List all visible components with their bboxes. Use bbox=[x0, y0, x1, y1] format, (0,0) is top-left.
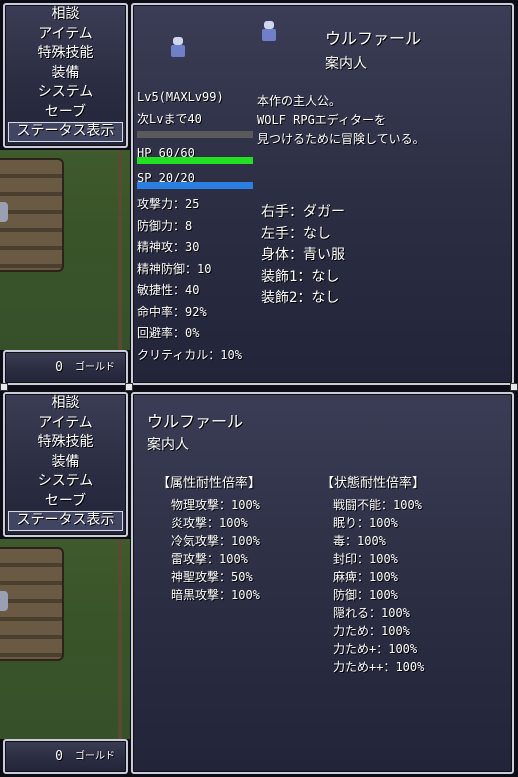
state-resistance-row: 力ため+：100% bbox=[333, 642, 418, 656]
state-resistance-row: 戦闘不能：100% bbox=[333, 498, 422, 512]
attribute-resistance-row: 物理攻撃：100% bbox=[171, 498, 260, 512]
description-line-3: 見つけるために冒険している。 bbox=[257, 132, 425, 146]
npc-sprite bbox=[0, 591, 8, 611]
gold-window: 0 ゴールド bbox=[3, 739, 128, 774]
character-title: 案内人 bbox=[147, 437, 189, 453]
status-window: ウルファール 案内人 Lv5(MAXLv99) 次Lvまで40 本作の主人公。 … bbox=[131, 3, 514, 385]
character-face-icon bbox=[261, 21, 277, 43]
state-resistance-row: 麻痺：100% bbox=[333, 570, 398, 584]
stat-row: 敏捷性：40 bbox=[137, 283, 200, 297]
attribute-resistance-row: 雷攻撃：100% bbox=[171, 552, 248, 566]
menu-item[interactable]: アイテム bbox=[5, 414, 126, 434]
gold-amount: 0 bbox=[55, 360, 63, 375]
menu-item[interactable]: 特殊技能 bbox=[5, 44, 126, 64]
menu-item[interactable]: 特殊技能 bbox=[5, 433, 126, 453]
npc-sprite bbox=[0, 202, 8, 222]
gold-amount: 0 bbox=[55, 749, 63, 764]
attribute-resistance-row: 冷気攻撃：100% bbox=[171, 534, 260, 548]
attribute-resistance-row: 炎攻撃：100% bbox=[171, 516, 248, 530]
character-title: 案内人 bbox=[325, 56, 367, 72]
level-text: Lv5(MAXLv99) bbox=[137, 90, 224, 104]
equipment-row: 左手：なし bbox=[261, 225, 331, 242]
exp-bar bbox=[137, 131, 253, 138]
gold-window: 0 ゴールド bbox=[3, 350, 128, 385]
map-background bbox=[0, 150, 130, 350]
stat-row: 命中率：92% bbox=[137, 304, 207, 319]
character-sprite bbox=[170, 37, 186, 59]
menu-item[interactable]: セーブ bbox=[5, 492, 126, 512]
gold-unit: ゴールド bbox=[75, 362, 115, 373]
stat-row: 防御力：8 bbox=[137, 218, 193, 233]
command-menu: 相談 アイテム 特殊技能 装備 システム セーブ ステータス表示 bbox=[3, 3, 128, 148]
menu-item[interactable]: アイテム bbox=[5, 25, 126, 45]
house-sprite bbox=[0, 158, 64, 272]
resistance-window: ウルファール 案内人 【属性耐性倍率】 【状態耐性倍率】 物理攻撃：100% 炎攻… bbox=[131, 392, 514, 774]
stat-row: クリティカル：10% bbox=[137, 347, 242, 362]
character-name: ウルファール bbox=[325, 29, 422, 48]
attribute-resistance-row: 暗黒攻撃：100% bbox=[171, 588, 260, 602]
map-background bbox=[0, 539, 130, 739]
menu-item[interactable]: 相談 bbox=[5, 5, 126, 25]
menu-item[interactable]: 相談 bbox=[5, 394, 126, 414]
state-resistance-row: 隠れる：100% bbox=[333, 606, 410, 620]
state-resistance-row: 防御：100% bbox=[333, 588, 398, 602]
menu-item[interactable]: 装備 bbox=[5, 64, 126, 84]
menu-item[interactable]: システム bbox=[5, 83, 126, 103]
description-line-2: WOLF RPGエディターを bbox=[257, 113, 386, 127]
state-resistance-row: 毒：100% bbox=[333, 534, 386, 548]
menu-item[interactable]: 装備 bbox=[5, 453, 126, 473]
character-name: ウルファール bbox=[147, 412, 244, 431]
menu-item[interactable]: ステータス表示 bbox=[8, 511, 123, 531]
command-menu: 相談 アイテム 特殊技能 装備 システム セーブ ステータス表示 bbox=[3, 392, 128, 537]
gold-unit: ゴールド bbox=[75, 751, 115, 762]
state-resistance-header: 【状態耐性倍率】 bbox=[321, 476, 426, 491]
equipment-row: 右手：ダガー bbox=[261, 204, 345, 220]
equipment-row: 装飾1：なし bbox=[261, 268, 340, 285]
menu-item[interactable]: セーブ bbox=[5, 103, 126, 123]
menu-item[interactable]: ステータス表示 bbox=[8, 122, 123, 142]
state-resistance-row: 力ため：100% bbox=[333, 624, 410, 638]
next-level-text: 次Lvまで40 bbox=[137, 112, 202, 126]
sp-bar bbox=[137, 182, 253, 189]
house-sprite bbox=[0, 547, 64, 661]
resistance-screen: 相談 アイテム 特殊技能 装備 システム セーブ ステータス表示 0 ゴールド ウルファール… bbox=[0, 389, 518, 777]
equipment-row: 装飾2：なし bbox=[261, 290, 340, 306]
equipment-row: 身体：青い服 bbox=[261, 247, 345, 263]
stat-row: 回避率：0% bbox=[137, 326, 200, 340]
attribute-resistance-header: 【属性耐性倍率】 bbox=[157, 476, 262, 491]
state-resistance-row: 力ため++：100% bbox=[333, 660, 425, 674]
pole-sprite bbox=[118, 150, 122, 350]
attribute-resistance-row: 神聖攻撃：50% bbox=[171, 570, 253, 584]
stat-row: 精神防御：10 bbox=[137, 261, 212, 276]
status-screen: 相談 アイテム 特殊技能 装備 システム セーブ ステータス表示 0 ゴールド ウルファール… bbox=[0, 0, 518, 388]
stat-row: 攻撃力：25 bbox=[137, 197, 200, 211]
pole-sprite bbox=[118, 539, 122, 739]
description-line-1: 本作の主人公。 bbox=[257, 94, 342, 108]
menu-item[interactable]: システム bbox=[5, 472, 126, 492]
hp-bar bbox=[137, 157, 253, 164]
state-resistance-row: 封印：100% bbox=[333, 552, 398, 566]
stat-row: 精神攻：30 bbox=[137, 240, 200, 254]
state-resistance-row: 眠り：100% bbox=[333, 516, 398, 530]
